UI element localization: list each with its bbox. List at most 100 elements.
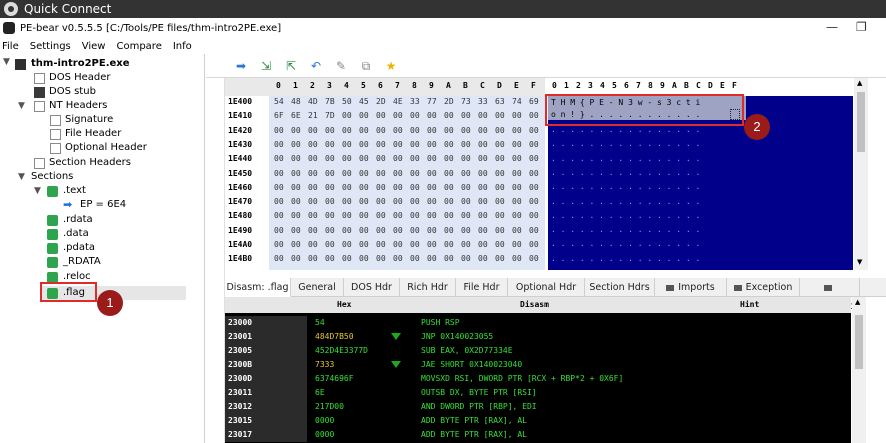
hex-byte[interactable]: 00 xyxy=(478,183,488,192)
hex-byte[interactable]: 00 xyxy=(427,211,437,220)
hex-byte[interactable]: 00 xyxy=(359,211,369,220)
hex-byte[interactable]: 6F xyxy=(274,111,284,120)
hex-byte[interactable]: 4E xyxy=(393,97,403,106)
hex-byte[interactable]: 00 xyxy=(376,169,386,178)
hex-byte[interactable]: 00 xyxy=(444,126,454,135)
hex-byte[interactable]: 00 xyxy=(325,126,335,135)
hex-byte[interactable]: 00 xyxy=(342,169,352,178)
disasm-scroll-up-arrow-icon[interactable]: ▲ xyxy=(855,298,860,306)
hex-byte[interactable]: 00 xyxy=(274,183,284,192)
hex-byte[interactable]: 00 xyxy=(376,226,386,235)
hex-byte[interactable]: 00 xyxy=(393,126,403,135)
hex-byte[interactable]: 00 xyxy=(410,183,420,192)
hex-byte[interactable]: 00 xyxy=(495,154,505,163)
hex-byte[interactable]: 21 xyxy=(308,111,318,120)
hex-byte[interactable]: 00 xyxy=(359,226,369,235)
hex-byte[interactable]: 00 xyxy=(393,140,403,149)
hex-byte[interactable]: 00 xyxy=(529,197,539,206)
hex-byte[interactable]: 00 xyxy=(376,240,386,249)
hex-byte[interactable]: 00 xyxy=(291,197,301,206)
hex-byte[interactable]: 00 xyxy=(512,226,522,235)
hex-byte[interactable]: 00 xyxy=(308,197,318,206)
hex-byte[interactable]: 00 xyxy=(410,226,420,235)
hex-byte[interactable]: 00 xyxy=(427,169,437,178)
hex-byte[interactable]: 00 xyxy=(444,226,454,235)
expand-sections-chevron-icon[interactable]: ▼ xyxy=(18,172,25,182)
hex-byte[interactable]: 00 xyxy=(478,211,488,220)
tree-item-pdata-section[interactable]: .pdata xyxy=(63,241,95,255)
hex-byte[interactable]: 00 xyxy=(444,211,454,220)
hex-byte[interactable]: 00 xyxy=(291,226,301,235)
hex-byte[interactable]: 00 xyxy=(444,183,454,192)
scroll-up-arrow-icon[interactable]: ▲ xyxy=(857,79,862,87)
hex-byte[interactable]: 00 xyxy=(308,226,318,235)
hex-byte[interactable]: 00 xyxy=(427,183,437,192)
hex-byte[interactable]: 00 xyxy=(308,254,318,263)
hex-byte[interactable]: 00 xyxy=(461,111,471,120)
tree-item-signature[interactable]: Signature xyxy=(65,113,113,127)
disasm-row[interactable]: 23001 484D7B50 JNP 0X140023055 xyxy=(225,330,851,344)
tree-item-dos-stub[interactable]: DOS stub xyxy=(49,85,96,99)
tree-item-section-headers[interactable]: Section Headers xyxy=(49,156,131,170)
minimize-button[interactable]: — xyxy=(826,20,838,34)
hex-byte[interactable]: 00 xyxy=(376,154,386,163)
hex-byte[interactable]: 00 xyxy=(393,197,403,206)
hex-byte[interactable]: 00 xyxy=(342,183,352,192)
copy-icon[interactable]: ⧉ xyxy=(358,59,374,73)
hex-byte[interactable]: 74 xyxy=(512,97,522,106)
menu-view[interactable]: View xyxy=(82,41,106,52)
hex-byte[interactable]: 7B xyxy=(325,97,335,106)
hex-byte[interactable]: 00 xyxy=(444,254,454,263)
hex-byte[interactable]: 00 xyxy=(308,126,318,135)
hex-byte[interactable]: 00 xyxy=(393,226,403,235)
hex-byte[interactable]: 00 xyxy=(393,183,403,192)
hex-byte[interactable]: 00 xyxy=(308,183,318,192)
star-icon[interactable]: ★ xyxy=(383,59,399,73)
hex-byte[interactable]: 00 xyxy=(495,197,505,206)
hex-byte[interactable]: 00 xyxy=(342,126,352,135)
hex-byte[interactable]: 00 xyxy=(512,211,522,220)
hex-byte[interactable]: 00 xyxy=(427,254,437,263)
scroll-down-arrow-icon[interactable]: ▼ xyxy=(857,258,862,266)
tree-item-sections[interactable]: Sections xyxy=(31,170,73,184)
disasm-row[interactable]: 2300D 6374696F MOVSXD RSI, DWORD PTR [RCX … xyxy=(225,372,851,386)
undo-icon[interactable]: ↶ xyxy=(308,59,324,73)
tab-disasm-flag[interactable]: Disasm: .flag xyxy=(225,278,291,297)
hex-byte[interactable]: 00 xyxy=(512,169,522,178)
hex-byte[interactable]: 00 xyxy=(461,226,471,235)
tree-item-rdata-section[interactable]: .rdata xyxy=(63,213,93,227)
hex-byte[interactable]: 63 xyxy=(495,97,505,106)
hex-byte[interactable]: 00 xyxy=(291,211,301,220)
hex-byte[interactable]: 00 xyxy=(410,111,420,120)
hex-byte[interactable]: 00 xyxy=(308,240,318,249)
hex-byte[interactable]: 00 xyxy=(410,240,420,249)
hex-byte[interactable]: 00 xyxy=(359,154,369,163)
expand-root-chevron-icon[interactable]: ▼ xyxy=(3,57,10,67)
hex-byte[interactable]: 00 xyxy=(359,126,369,135)
tab-file-hdr[interactable]: File Hdr xyxy=(456,278,508,297)
hex-byte[interactable]: 00 xyxy=(478,226,488,235)
hex-byte[interactable]: 6E xyxy=(291,111,301,120)
hex-byte[interactable]: 00 xyxy=(461,140,471,149)
hex-byte[interactable]: 54 xyxy=(274,97,284,106)
hex-byte[interactable]: 00 xyxy=(495,254,505,263)
hex-byte[interactable]: 00 xyxy=(444,140,454,149)
jump-arrow-icon[interactable] xyxy=(391,361,401,368)
tree-item-file-header[interactable]: File Header xyxy=(65,127,121,141)
hex-byte[interactable]: 45 xyxy=(359,97,369,106)
menu-compare[interactable]: Compare xyxy=(116,41,161,52)
hex-byte[interactable]: 4D xyxy=(308,97,318,106)
pin-icon[interactable]: ✎ xyxy=(333,59,349,73)
hex-byte[interactable]: 00 xyxy=(461,197,471,206)
import-icon[interactable]: ⇱ xyxy=(283,59,299,73)
hex-byte[interactable]: 00 xyxy=(461,254,471,263)
hex-byte[interactable]: 00 xyxy=(325,254,335,263)
hex-byte[interactable]: 00 xyxy=(376,183,386,192)
hex-byte[interactable]: 00 xyxy=(325,169,335,178)
disasm-row[interactable]: 23000 54 PUSH RSP xyxy=(225,316,851,330)
hex-byte[interactable]: 00 xyxy=(342,154,352,163)
hex-byte[interactable]: 00 xyxy=(308,140,318,149)
hex-byte[interactable]: 00 xyxy=(359,197,369,206)
hex-byte[interactable]: 00 xyxy=(274,197,284,206)
hex-byte[interactable]: 00 xyxy=(529,154,539,163)
